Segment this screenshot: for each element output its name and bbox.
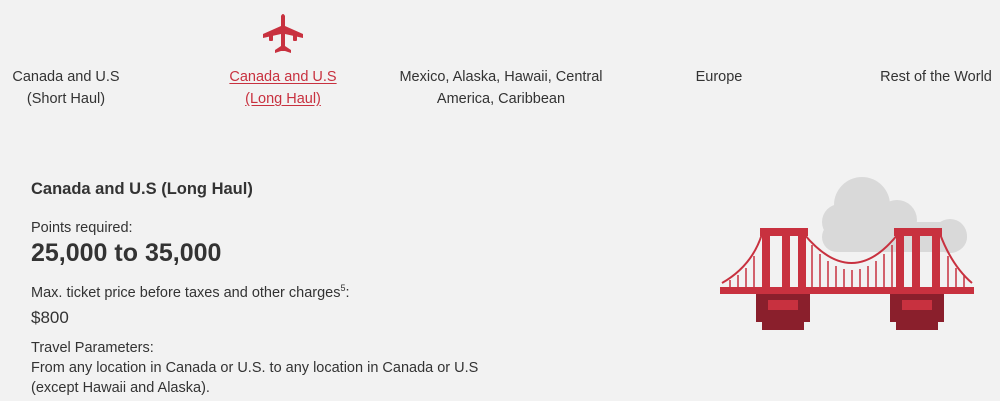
region-detail-panel: Canada and U.S (Long Haul) Points requir…: [31, 178, 551, 398]
tab-mexico-alaska-hawaii-central-america-caribbean[interactable]: Mexico, Alaska, Hawaii, Central America,…: [396, 66, 606, 110]
tab-label-line2: (Long Haul): [245, 91, 321, 107]
travel-parameters-text: From any location in Canada or U.S. to a…: [31, 359, 479, 396]
max-ticket-price-colon: :: [345, 284, 350, 301]
tab-canada-us-long-haul[interactable]: Canada and U.S (Long Haul): [220, 66, 346, 110]
max-ticket-price-value: $800: [31, 307, 69, 327]
points-required-value: 25,000 to 35,000: [31, 239, 222, 267]
tab-europe[interactable]: Europe: [680, 66, 758, 88]
tab-label-line2: America, Caribbean: [436, 91, 566, 107]
points-required-label: Points required:: [31, 220, 133, 236]
tab-label-line2: (Short Haul): [26, 91, 106, 107]
tab-label-line1: Europe: [695, 69, 743, 85]
tab-label-line1: Rest of the World: [880, 69, 992, 85]
airplane-icon: [263, 14, 303, 53]
tab-rest-of-the-world[interactable]: Rest of the World: [872, 66, 1000, 88]
tab-label-line1: Mexico, Alaska, Hawaii, Central: [399, 69, 603, 85]
detail-title: Canada and U.S (Long Haul): [31, 180, 253, 198]
tab-label-line1: Canada and U.S: [12, 69, 120, 85]
region-tabs: Canada and U.S (Short Haul) Canada and U…: [0, 0, 1000, 120]
travel-parameters-label: Travel Parameters:: [31, 339, 154, 356]
cloud-icon: [822, 177, 967, 253]
tab-canada-us-short-haul[interactable]: Canada and U.S (Short Haul): [0, 66, 132, 110]
max-ticket-price-text: Max. ticket price before taxes and other…: [31, 284, 341, 301]
max-ticket-price-label: Max. ticket price before taxes and other…: [31, 278, 551, 303]
bridge-illustration: [720, 177, 974, 330]
tab-label-line1: Canada and U.S: [229, 69, 337, 85]
